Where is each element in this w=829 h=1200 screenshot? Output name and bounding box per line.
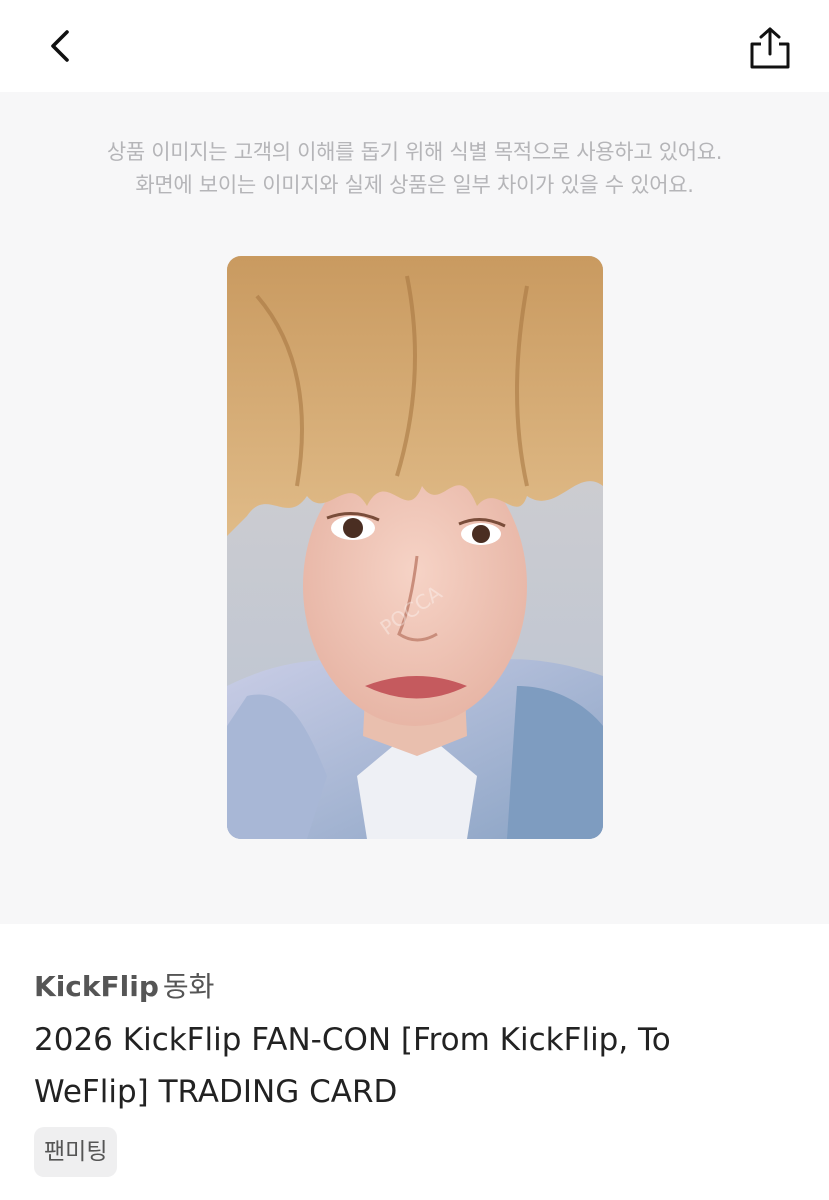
disclaimer-line-2: 화면에 보이는 이미지와 실제 상품은 일부 차이가 있을 수 있어요. (135, 173, 694, 197)
product-info: KickFlip 동화 2026 KickFlip FAN-CON [From K… (0, 924, 829, 1200)
product-image-area: 상품 이미지는 고객의 이해를 돕기 위해 식별 목적으로 사용하고 있어요. … (0, 92, 829, 924)
photocard-image: POCCA (227, 256, 603, 839)
artist-name[interactable]: KickFlip (34, 970, 159, 1003)
disclaimer-line-1: 상품 이미지는 고객의 이해를 돕기 위해 식별 목적으로 사용하고 있어요. (106, 140, 723, 164)
artist-line: KickFlip 동화 (34, 968, 214, 1006)
product-photo-card[interactable]: POCCA (227, 256, 603, 839)
share-icon (750, 27, 790, 69)
category-tag[interactable]: 팬미팅 (34, 1127, 118, 1177)
back-button[interactable] (36, 22, 84, 70)
product-title: 2026 KickFlip FAN-CON [From KickFlip, To… (34, 1022, 671, 1110)
chevron-left-icon (51, 30, 69, 62)
member-name: 동화 (162, 970, 215, 1003)
share-button[interactable] (744, 22, 796, 74)
image-disclaimer: 상품 이미지는 고객의 이해를 돕기 위해 식별 목적으로 사용하고 있어요. … (0, 136, 829, 202)
top-bar (0, 0, 829, 92)
